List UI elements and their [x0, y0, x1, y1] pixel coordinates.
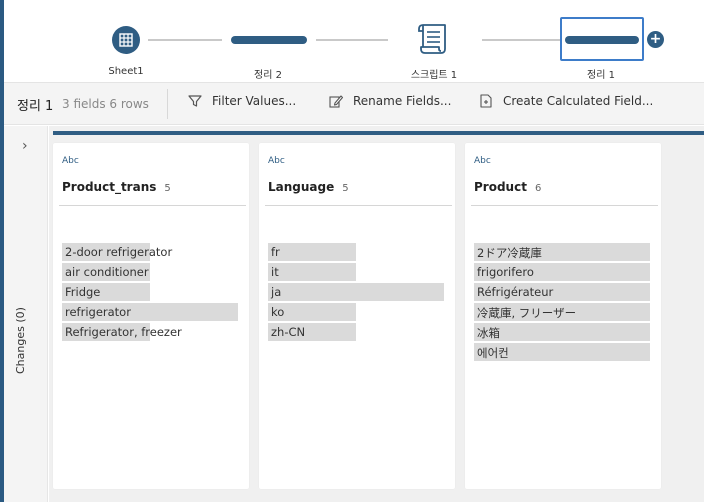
- changes-panel: › Changes (0): [4, 126, 48, 502]
- calculated-field-icon: [480, 94, 492, 108]
- field-name[interactable]: Product_trans 5: [62, 180, 171, 194]
- field-type-label: Abc: [474, 156, 491, 166]
- flow-connector: [482, 39, 562, 41]
- flow-node-label: 정리 2: [254, 70, 282, 81]
- flow-node-sheet1[interactable]: [112, 26, 140, 54]
- value-label: Fridge: [65, 285, 101, 299]
- add-step-button[interactable]: +: [647, 31, 664, 48]
- field-count: 5: [342, 183, 349, 194]
- flow-connector: [316, 39, 388, 41]
- value-label: 2-door refrigerator: [65, 245, 173, 259]
- field-card-product-trans[interactable]: Abc Product_trans 5 2-door refrigerator ai…: [53, 143, 249, 489]
- filter-values-button[interactable]: Filter Values...: [187, 93, 296, 109]
- step-toolbar: 정리 1 3 fields 6 rows Filter Values... Re…: [4, 82, 704, 125]
- value-row[interactable]: 2ドア冷蔵庫: [474, 243, 650, 261]
- flow-node-label: 정리 1: [587, 70, 615, 81]
- value-label: air conditioner: [65, 265, 149, 279]
- value-label: 2ドア冷蔵庫: [477, 246, 542, 260]
- script-icon[interactable]: [417, 22, 453, 56]
- expand-panel-chevron-icon[interactable]: ›: [22, 138, 28, 154]
- value-row[interactable]: ja: [268, 283, 444, 301]
- value-row[interactable]: 冷蔵庫, フリーザー: [474, 303, 650, 321]
- value-row[interactable]: ko: [268, 303, 444, 321]
- field-type-label: Abc: [62, 156, 79, 166]
- step-meta: 3 fields 6 rows: [62, 97, 149, 111]
- value-row[interactable]: air conditioner: [62, 263, 238, 281]
- table-icon: [119, 33, 133, 47]
- value-label: zh-CN: [271, 325, 306, 339]
- value-label: Refrigerator, freezer: [65, 325, 182, 339]
- changes-label[interactable]: Changes (0): [14, 294, 27, 374]
- value-label: it: [271, 265, 279, 279]
- value-label: ko: [271, 305, 285, 319]
- rename-fields-label: Rename Fields...: [353, 94, 452, 108]
- value-label: fr: [271, 245, 280, 259]
- field-card-product[interactable]: Abc Product 6 2ドア冷蔵庫 frigorifero Réfrigérat…: [465, 143, 661, 489]
- field-divider: [471, 205, 658, 206]
- flow-node-clean-1[interactable]: [565, 36, 639, 44]
- toolbar-divider: [167, 89, 168, 119]
- field-type-label: Abc: [268, 156, 285, 166]
- value-label: 冷蔵庫, フリーザー: [477, 306, 577, 320]
- value-label: refrigerator: [65, 305, 131, 319]
- filter-icon: [188, 95, 202, 107]
- flow-connector: [148, 39, 222, 41]
- value-row[interactable]: 에어컨: [474, 343, 650, 361]
- value-label: 冰箱: [477, 326, 500, 340]
- rename-fields-button[interactable]: Rename Fields...: [328, 93, 451, 109]
- field-divider: [59, 205, 246, 206]
- field-name[interactable]: Language 5: [268, 180, 349, 194]
- field-count: 5: [164, 183, 171, 194]
- step-title: 정리 1: [17, 99, 54, 114]
- flow-node-clean-2[interactable]: [231, 36, 307, 44]
- value-label: Réfrigérateur: [477, 285, 554, 299]
- value-row[interactable]: frigorifero: [474, 263, 650, 281]
- create-calculated-field-label: Create Calculated Field...: [503, 94, 654, 108]
- value-row[interactable]: zh-CN: [268, 323, 444, 341]
- value-label: ja: [271, 285, 282, 299]
- value-row[interactable]: 冰箱: [474, 323, 650, 341]
- flow-node-label: Sheet1: [108, 66, 144, 77]
- value-row[interactable]: fr: [268, 243, 444, 261]
- value-label: 에어컨: [477, 346, 509, 360]
- value-row[interactable]: Refrigerator, freezer: [62, 323, 238, 341]
- field-divider: [265, 205, 452, 206]
- create-calculated-field-button[interactable]: Create Calculated Field...: [478, 93, 653, 109]
- flow-canvas: Sheet1 정리 2 스크립트 1 정리 1 +: [4, 0, 704, 82]
- profile-accent-bar: [53, 131, 704, 135]
- field-name[interactable]: Product 6: [474, 180, 541, 194]
- filter-values-label: Filter Values...: [212, 94, 297, 108]
- value-row[interactable]: Fridge: [62, 283, 238, 301]
- flow-node-label: 스크립트 1: [410, 70, 458, 81]
- profile-pane: Abc Product_trans 5 2-door refrigerator ai…: [49, 126, 704, 502]
- value-row[interactable]: refrigerator: [62, 303, 238, 321]
- value-row[interactable]: Réfrigérateur: [474, 283, 650, 301]
- field-count: 6: [534, 183, 542, 194]
- value-label: frigorifero: [477, 265, 534, 279]
- rename-icon: [329, 95, 344, 108]
- value-row[interactable]: 2-door refrigerator: [62, 243, 238, 261]
- value-row[interactable]: it: [268, 263, 444, 281]
- field-card-language[interactable]: Abc Language 5 fr it ja ko zh-CN: [259, 143, 455, 489]
